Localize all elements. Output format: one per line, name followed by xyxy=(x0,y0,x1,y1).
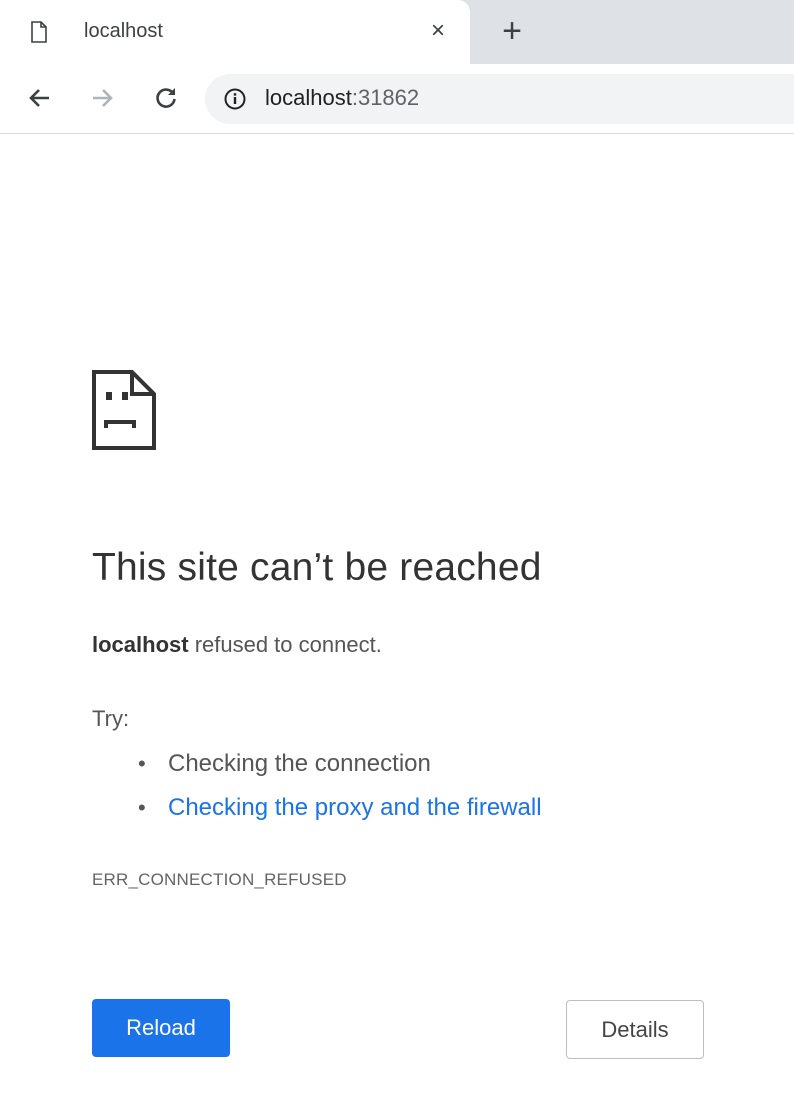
reload-button[interactable]: Reload xyxy=(92,999,230,1057)
url-text[interactable]: localhost:31862 xyxy=(265,85,419,111)
arrow-right-icon xyxy=(93,89,113,107)
info-icon[interactable] xyxy=(223,87,247,111)
new-tab-icon[interactable]: + xyxy=(496,12,528,50)
page-icon xyxy=(28,20,50,44)
proxy-firewall-link[interactable]: Checking the proxy and the firewall xyxy=(168,794,542,821)
error-summary: localhost refused to connect. xyxy=(92,632,382,658)
browser-tab[interactable]: localhost × xyxy=(0,0,470,64)
url-host: localhost xyxy=(265,85,352,110)
forward-button[interactable] xyxy=(80,76,124,120)
browser-toolbar: localhost:31862 xyxy=(0,64,794,134)
suggestions-list: • Checking the connection • Checking the p… xyxy=(136,748,542,836)
sad-page-icon xyxy=(92,370,156,450)
error-code: ERR_CONNECTION_REFUSED xyxy=(92,870,347,889)
url-port: :31862 xyxy=(351,85,420,110)
suggestion-item: • Checking the connection xyxy=(136,748,542,792)
tab-title: localhost xyxy=(84,20,163,42)
back-button[interactable] xyxy=(18,76,62,120)
suggestion-item: • Checking the proxy and the firewall xyxy=(136,792,542,836)
reload-page-button[interactable] xyxy=(144,76,188,120)
tab-strip: localhost × + xyxy=(0,0,794,64)
try-label: Try: xyxy=(92,706,130,731)
error-host: localhost xyxy=(92,632,189,657)
close-tab-icon[interactable]: × xyxy=(424,16,452,46)
suggestion-text: Checking the connection xyxy=(168,750,431,777)
address-bar[interactable]: localhost:31862 xyxy=(205,74,794,124)
page-title: This site can’t be reached xyxy=(92,546,542,589)
bullet-icon: • xyxy=(138,751,146,776)
bullet-icon: • xyxy=(138,795,146,820)
arrow-left-icon xyxy=(29,89,49,107)
error-summary-text: refused to connect. xyxy=(188,632,382,657)
details-button[interactable]: Details xyxy=(566,1000,704,1059)
reload-icon xyxy=(156,88,176,108)
